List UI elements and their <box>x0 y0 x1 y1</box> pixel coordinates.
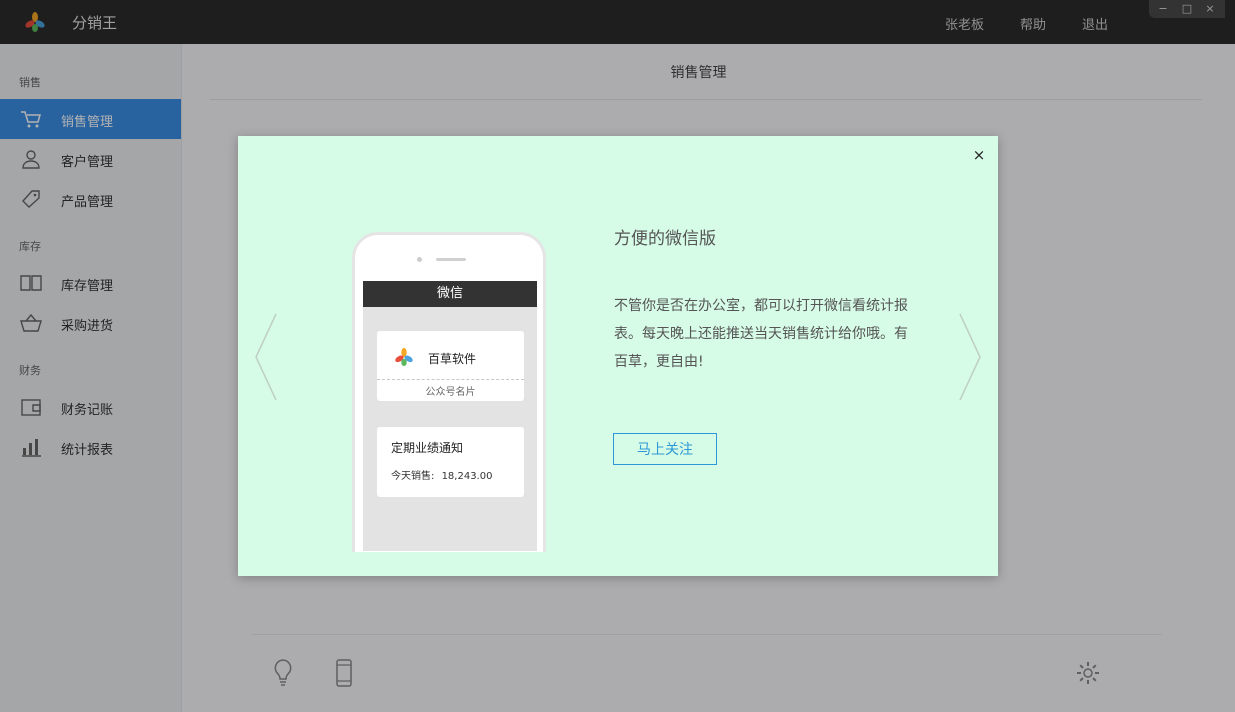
modal-heading: 方便的微信版 <box>614 229 716 249</box>
phone-camera <box>417 257 422 262</box>
divider <box>377 379 524 380</box>
account-card-label: 公众号名片 <box>425 387 476 398</box>
notice-title: 定期业绩通知 <box>391 441 464 455</box>
phone-speaker <box>436 258 466 261</box>
sales-label: 今天销售: <box>391 471 435 482</box>
next-arrow-icon[interactable] <box>958 312 982 402</box>
wechat-promo-modal: × 微信 百草软件 公众号名片 定期业绩通知 今天销售: 18,243.00 方… <box>238 136 998 576</box>
modal-description: 不管你是否在办公室，都可以打开微信看统计报表。每天晚上还能推送当天销售统计给你哦… <box>614 298 908 370</box>
account-card: 百草软件 公众号名片 <box>377 331 524 401</box>
sales-value: 18,243.00 <box>441 471 493 482</box>
notice-card: 定期业绩通知 今天销售: 18,243.00 <box>377 427 524 497</box>
sales-line: 今天销售: 18,243.00 <box>391 467 492 482</box>
prev-arrow-icon[interactable] <box>254 312 278 402</box>
wechat-title-bar: 微信 <box>363 281 537 307</box>
follow-button[interactable]: 马上关注 <box>613 433 717 465</box>
phone-mockup: 微信 百草软件 公众号名片 定期业绩通知 今天销售: 18,243.00 <box>352 232 546 552</box>
phone-screen: 微信 百草软件 公众号名片 定期业绩通知 今天销售: 18,243.00 <box>363 281 537 551</box>
account-name: 百草软件 <box>428 352 477 366</box>
close-icon[interactable]: × <box>970 146 988 164</box>
baicao-logo-icon <box>395 347 413 367</box>
